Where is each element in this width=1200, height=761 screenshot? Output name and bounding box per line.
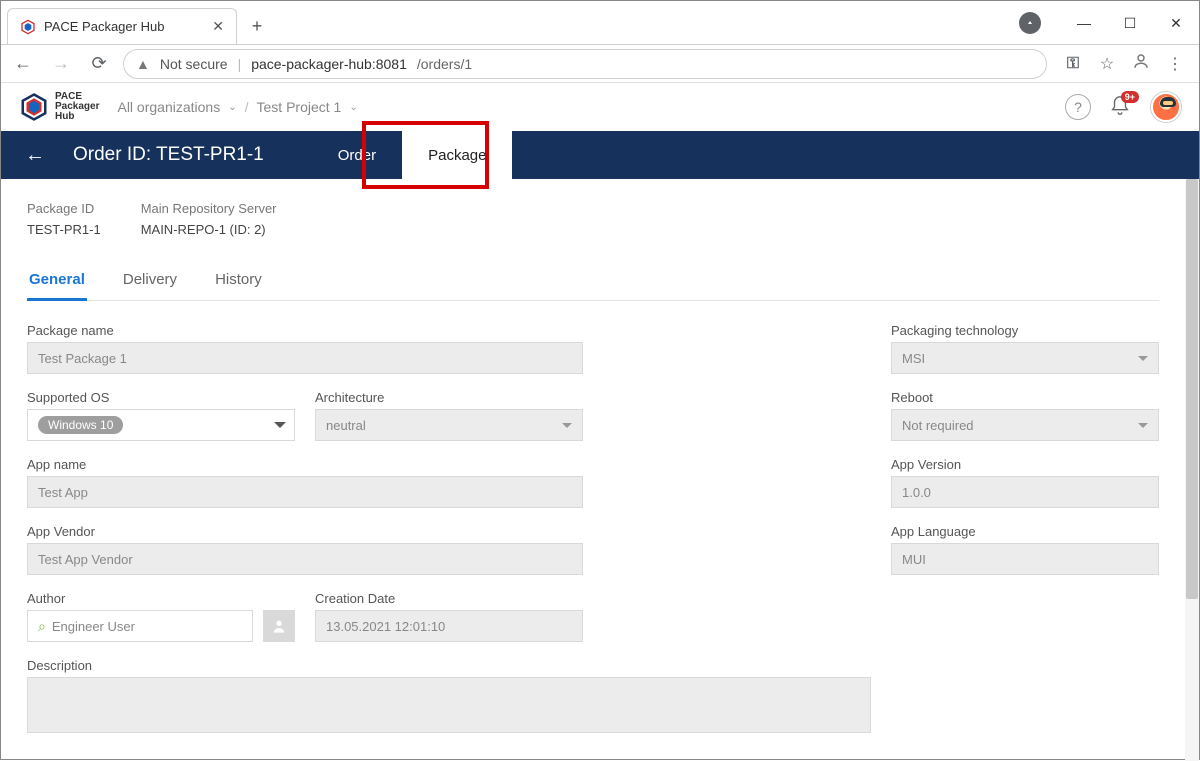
supported-os-select[interactable]: Windows 10 — [27, 409, 295, 441]
author-input[interactable]: ⌕ Engineer User — [27, 610, 253, 642]
bookmark-star-icon[interactable]: ☆ — [1097, 54, 1117, 74]
repo-value: MAIN-REPO-1 (ID: 2) — [141, 222, 277, 237]
chevron-down-icon[interactable]: ⌄ — [228, 102, 236, 113]
package-subtabs: General Delivery History — [27, 263, 1159, 301]
vertical-scrollbar[interactable] — [1185, 179, 1199, 761]
chevron-down-icon[interactable]: ⌄ — [349, 102, 357, 113]
package-form: Package name Test Package 1 Packaging te… — [27, 323, 1159, 733]
architecture-label: Architecture — [315, 390, 583, 405]
url-field[interactable]: ▲ Not secure | pace-packager-hub:8081/or… — [123, 49, 1047, 79]
profile-icon[interactable] — [1131, 52, 1151, 75]
app-language-label: App Language — [891, 524, 1159, 539]
app-vendor-input[interactable]: Test App Vendor — [27, 543, 583, 575]
window-controls: — ☐ ✕ — [1019, 1, 1199, 45]
package-id-value: TEST-PR1-1 — [27, 222, 101, 237]
address-bar: ← → ⟳ ▲ Not secure | pace-packager-hub:8… — [1, 45, 1199, 83]
package-id-label: Package ID — [27, 201, 101, 216]
package-content: Package ID TEST-PR1-1 Main Repository Se… — [1, 179, 1185, 761]
logo-text: PACEPackagerHub — [55, 92, 99, 122]
key-icon[interactable]: ⚿ — [1063, 55, 1083, 73]
packaging-tech-label: Packaging technology — [891, 323, 1159, 338]
app-version-label: App Version — [891, 457, 1159, 472]
app-vendor-label: App Vendor — [27, 524, 583, 539]
author-user-button[interactable] — [263, 610, 295, 642]
creation-date-label: Creation Date — [315, 591, 583, 606]
browser-menu-button[interactable]: ⋮ — [1165, 54, 1185, 74]
url-host: pace-packager-hub:8081 — [251, 56, 407, 72]
package-name-label: Package name — [27, 323, 583, 338]
breadcrumb: All organizations ⌄ / Test Project 1 ⌄ — [117, 99, 357, 115]
architecture-select[interactable]: neutral — [315, 409, 583, 441]
notifications-button[interactable]: 9+ — [1109, 95, 1133, 119]
browser-tab-strip: PACE Packager Hub ✕ + — ☐ ✕ — [1, 1, 1199, 45]
breadcrumb-project[interactable]: Test Project 1 — [257, 99, 342, 115]
not-secure-label: Not secure — [160, 56, 228, 72]
subtab-delivery[interactable]: Delivery — [121, 263, 179, 300]
author-label: Author — [27, 591, 295, 606]
app-logo[interactable]: PACEPackagerHub — [19, 92, 99, 122]
logo-hex-icon — [19, 92, 49, 122]
order-bar: ← Order ID: TEST-PR1-1 Order Package — [1, 131, 1199, 179]
app-header: PACEPackagerHub All organizations ⌄ / Te… — [1, 83, 1199, 131]
tab-package[interactable]: Package — [402, 131, 512, 179]
nav-back-button[interactable]: ← — [9, 50, 37, 78]
repo-label: Main Repository Server — [141, 201, 277, 216]
description-textarea[interactable] — [27, 677, 871, 733]
favicon-icon — [20, 19, 36, 35]
browser-tab[interactable]: PACE Packager Hub ✕ — [7, 8, 237, 44]
close-tab-icon[interactable]: ✕ — [212, 18, 224, 35]
notification-badge: 9+ — [1121, 91, 1139, 103]
os-chip: Windows 10 — [38, 416, 123, 434]
search-icon: ⌕ — [38, 618, 46, 635]
browser-tab-title: PACE Packager Hub — [44, 19, 164, 34]
supported-os-label: Supported OS — [27, 390, 295, 405]
help-button[interactable]: ? — [1065, 94, 1091, 120]
window-maximize-button[interactable]: ☐ — [1107, 7, 1153, 39]
window-minimize-button[interactable]: — — [1061, 7, 1107, 39]
back-button[interactable]: ← — [25, 144, 45, 167]
scrollbar-thumb[interactable] — [1186, 179, 1198, 599]
breadcrumb-org[interactable]: All organizations — [117, 99, 220, 115]
subtab-general[interactable]: General — [27, 263, 87, 301]
url-separator: | — [238, 56, 242, 72]
avatar[interactable] — [1151, 92, 1181, 122]
package-name-input[interactable]: Test Package 1 — [27, 342, 583, 374]
url-path: /orders/1 — [417, 56, 472, 72]
tab-order[interactable]: Order — [312, 131, 402, 179]
new-tab-button[interactable]: + — [243, 12, 271, 40]
reboot-select[interactable]: Not required — [891, 409, 1159, 441]
nav-forward-button[interactable]: → — [47, 50, 75, 78]
creation-date-input[interactable]: 13.05.2021 12:01:10 — [315, 610, 583, 642]
app-name-label: App name — [27, 457, 583, 472]
reboot-label: Reboot — [891, 390, 1159, 405]
packaging-tech-select[interactable]: MSI — [891, 342, 1159, 374]
app-language-input[interactable]: MUI — [891, 543, 1159, 575]
nav-reload-button[interactable]: ⟳ — [85, 50, 113, 78]
subtab-history[interactable]: History — [213, 263, 264, 300]
warning-icon: ▲ — [136, 56, 150, 72]
order-title: Order ID: TEST-PR1-1 — [73, 144, 264, 166]
incognito-icon[interactable] — [1019, 12, 1041, 34]
app-name-input[interactable]: Test App — [27, 476, 583, 508]
window-close-button[interactable]: ✕ — [1153, 7, 1199, 39]
app-version-input[interactable]: 1.0.0 — [891, 476, 1159, 508]
description-label: Description — [27, 658, 871, 673]
